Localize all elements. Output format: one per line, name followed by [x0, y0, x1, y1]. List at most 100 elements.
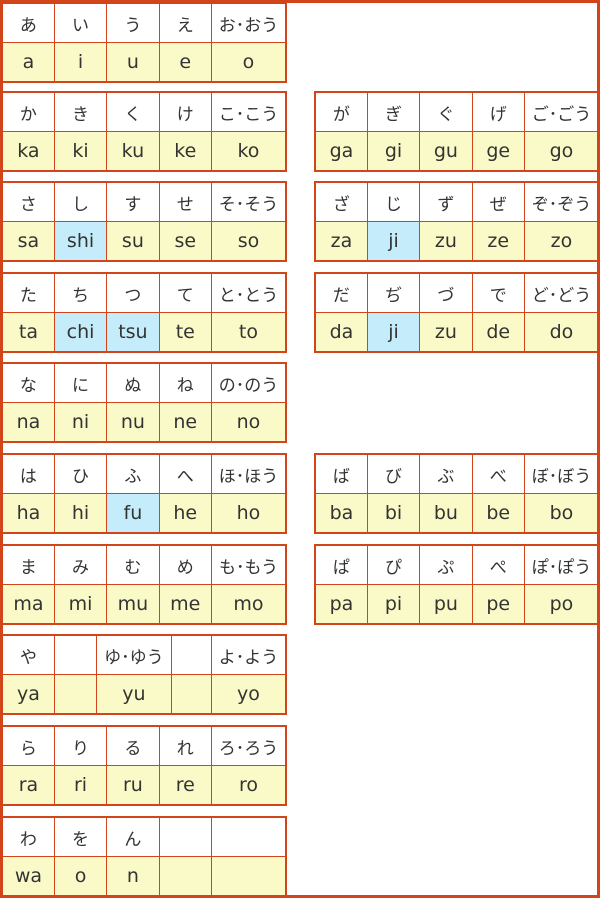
kana-cell: び [366, 453, 421, 494]
kana-row: がぎぐげご･ごう [314, 91, 597, 132]
romaji-cell: ya [3, 674, 55, 715]
romaji-cell: ki [53, 131, 108, 172]
romaji-cell: e [158, 42, 212, 83]
kana-row: なにぬねの･のう [3, 362, 287, 403]
romaji-row: aiueo [3, 42, 287, 83]
kana-cell: あ [3, 3, 55, 43]
left-kana-table: なにぬねの･のう na ni nu ne no [3, 362, 287, 443]
kana-cell: る [106, 725, 160, 766]
kana-cell: な [3, 362, 55, 403]
romaji-cell: to [210, 312, 287, 353]
romaji-cell: go [523, 131, 597, 172]
romaji-cell: se [158, 221, 212, 262]
left-kana-table: さしすせそ･そう sa shi su se so [3, 181, 287, 262]
kana-cell: お･おう [210, 3, 287, 43]
romaji-cell: ko [210, 131, 287, 172]
romaji-cell: ji [366, 312, 421, 353]
romaji-cell: ji [366, 221, 421, 262]
kana-cell: え [158, 3, 212, 43]
kana-row: まみむめも･もう [3, 544, 287, 585]
romaji-cell: ga [314, 131, 368, 172]
kana-row: ざじずぜぞ･ぞう [314, 181, 597, 222]
left-kana-table: かきくけこ･こう ka ki ku ke ko [3, 91, 287, 172]
romaji-cell: tsu [106, 312, 160, 353]
romaji-cell: ku [106, 131, 160, 172]
kana-cell: で [471, 272, 525, 313]
kana-cell: や [3, 634, 55, 675]
kana-cell: ぷ [419, 544, 473, 585]
kana-cell: ぬ [106, 362, 160, 403]
left-kana-table: やゆ･ゆう よ･よう ya yu yo [3, 634, 287, 715]
kana-cell: ぽ･ぽう [523, 544, 597, 585]
romaji-cell: ha [3, 493, 55, 534]
kana-cell: ぐ [419, 91, 473, 132]
kana-cell: さ [3, 181, 55, 222]
romaji-row: sa shi su se so [3, 221, 287, 262]
kana-cell: ひ [53, 453, 108, 494]
kana-cell: り [53, 725, 108, 766]
kana-cell: ぞ･ぞう [523, 181, 597, 222]
kana-cell [210, 816, 287, 857]
romaji-cell: a [3, 42, 55, 83]
romaji-cell: ho [210, 493, 287, 534]
romaji-cell: no [210, 402, 287, 443]
romaji-cell: do [523, 312, 597, 353]
kana-cell: げ [471, 91, 525, 132]
kana-cell: か [3, 91, 55, 132]
romaji-cell: pu [419, 584, 473, 625]
kana-cell: ん [106, 816, 160, 857]
kana-row: はひふへほ･ほう [3, 453, 287, 494]
kana-cell: せ [158, 181, 212, 222]
kana-row: たちつてと･とう [3, 272, 287, 313]
romaji-cell: re [158, 765, 212, 806]
romaji-cell: ro [210, 765, 287, 806]
kana-cell: ぜ [471, 181, 525, 222]
romaji-row: wa o n [3, 856, 287, 895]
romaji-row: ma mi mu me mo [3, 584, 287, 625]
kana-row: あいうえお･おう [3, 3, 287, 43]
kana-cell: ち [53, 272, 108, 313]
kana-row: やゆ･ゆう よ･よう [3, 634, 287, 675]
romaji-cell: pe [471, 584, 525, 625]
kana-cell: ぴ [366, 544, 421, 585]
kana-cell: へ [158, 453, 212, 494]
right-kana-table: ばびぶべぼ･ぼう ba bi bu be bo [314, 453, 597, 534]
romaji-cell: fu [106, 493, 160, 534]
romaji-cell: be [471, 493, 525, 534]
romaji-cell: na [3, 402, 55, 443]
kana-cell: を [53, 816, 108, 857]
romaji-cell: me [158, 584, 212, 625]
kana-cell: こ･こう [210, 91, 287, 132]
romaji-cell: yo [210, 674, 287, 715]
romaji-cell: chi [53, 312, 108, 353]
kana-cell: く [106, 91, 160, 132]
romaji-cell: pa [314, 584, 368, 625]
romaji-cell: ni [53, 402, 108, 443]
kana-cell: う [106, 3, 160, 43]
romaji-cell: po [523, 584, 597, 625]
kana-cell: わ [3, 816, 55, 857]
romaji-cell: ru [106, 765, 160, 806]
kana-cell: だ [314, 272, 368, 313]
kana-cell: れ [158, 725, 212, 766]
kana-cell: ね [158, 362, 212, 403]
kana-cell: ま [3, 544, 55, 585]
kana-cell: ど･どう [523, 272, 597, 313]
romaji-row: za ji zu ze zo [314, 221, 597, 262]
kana-cell: ぢ [366, 272, 421, 313]
romaji-cell: de [471, 312, 525, 353]
romaji-cell: ge [471, 131, 525, 172]
romaji-row: ya yu yo [3, 674, 287, 715]
romaji-row: ra ri ru re ro [3, 765, 287, 806]
kana-cell: が [314, 91, 368, 132]
left-kana-table: はひふへほ･ほう ha hi fu he ho [3, 453, 287, 534]
romaji-cell: zu [419, 221, 473, 262]
kana-cell: と･とう [210, 272, 287, 313]
kana-cell: い [53, 3, 108, 43]
romaji-cell: gi [366, 131, 421, 172]
kana-row: ぱぴぷぺぽ･ぽう [314, 544, 597, 585]
romaji-cell: za [314, 221, 368, 262]
kana-cell: ふ [106, 453, 160, 494]
romaji-row: na ni nu ne no [3, 402, 287, 443]
kana-cell: そ･そう [210, 181, 287, 222]
